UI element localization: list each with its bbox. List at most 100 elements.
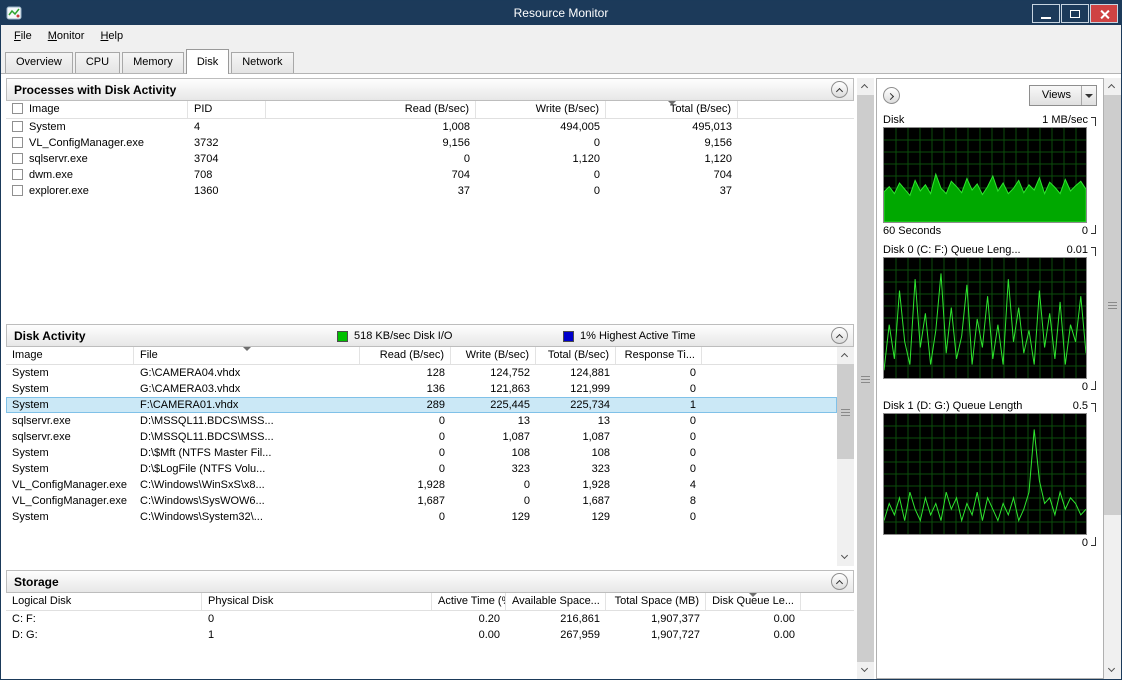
table-row[interactable]: VL_ConfigManager.exeC:\Windows\WinSxS\x8… <box>6 477 837 493</box>
title-bar[interactable]: Resource Monitor <box>1 1 1121 25</box>
table-row[interactable]: dwm.exe7087040704 <box>6 167 854 183</box>
cell-text: 704 <box>714 169 732 181</box>
scrollbar-thumb[interactable] <box>837 364 854 459</box>
tab-disk[interactable]: Disk <box>186 49 229 74</box>
cell: 289 <box>360 397 451 413</box>
column-header[interactable]: Available Space... <box>506 593 606 610</box>
cell-text: 0 <box>690 447 696 459</box>
cell-text: 495,013 <box>692 121 732 133</box>
collapse-button[interactable] <box>831 327 848 344</box>
storage-panel-header[interactable]: Storage <box>6 570 854 593</box>
column-header[interactable]: PID <box>188 101 266 118</box>
column-label: Image <box>12 349 43 361</box>
column-header[interactable]: Total (B/sec) <box>536 347 616 364</box>
table-row[interactable]: SystemD:\$LogFile (NTFS Volu...03233230 <box>6 461 837 477</box>
column-header[interactable]: Total (B/sec) <box>606 101 738 118</box>
select-all-checkbox[interactable] <box>12 103 23 114</box>
column-header[interactable]: Write (B/sec) <box>476 101 606 118</box>
table-row[interactable]: VL_ConfigManager.exeC:\Windows\SysWOW6..… <box>6 493 837 509</box>
collapse-button[interactable] <box>831 573 848 590</box>
scroll-up-button[interactable] <box>1104 78 1121 95</box>
row-checkbox[interactable] <box>12 121 23 132</box>
collapse-button[interactable] <box>831 81 848 98</box>
cell-text: 1360 <box>194 185 218 197</box>
row-checkbox[interactable] <box>12 169 23 180</box>
chart-0: Disk1 MB/sec60 Seconds0 <box>883 112 1097 238</box>
table-row[interactable]: SystemG:\CAMERA03.vhdx136121,863121,9990 <box>6 381 837 397</box>
disk-table-scrollbar[interactable] <box>837 347 854 566</box>
disk-activity-panel-header[interactable]: Disk Activity 518 KB/sec Disk I/O 1% Hig… <box>6 324 854 347</box>
tab-network[interactable]: Network <box>231 52 293 73</box>
maximize-button[interactable] <box>1061 4 1089 23</box>
table-row[interactable]: sqlservr.exeD:\MSSQL11.BDCS\MSS...013130 <box>6 413 837 429</box>
tab-overview[interactable]: Overview <box>5 52 73 73</box>
column-header[interactable]: Read (B/sec) <box>266 101 476 118</box>
tab-memory[interactable]: Memory <box>122 52 184 73</box>
column-header[interactable]: Total Space (MB) <box>606 593 706 610</box>
table-row[interactable]: SystemD:\$Mft (NTFS Master Fil...0108108… <box>6 445 837 461</box>
table-row[interactable]: C: F:00.20216,8611,907,3770.00 <box>6 611 854 627</box>
cell: 8 <box>616 493 702 509</box>
close-button[interactable] <box>1090 4 1118 23</box>
row-filler <box>738 151 854 167</box>
right-scrollbar[interactable] <box>1104 78 1121 679</box>
table-row[interactable]: SystemC:\Windows\System32\...01291290 <box>6 509 837 525</box>
row-checkbox[interactable] <box>12 137 23 148</box>
cell-text: 1,907,727 <box>651 629 700 641</box>
row-checkbox[interactable] <box>12 153 23 164</box>
minimize-button[interactable] <box>1032 4 1060 23</box>
scroll-up-button[interactable] <box>837 347 854 364</box>
column-header[interactable]: Response Ti... <box>616 347 702 364</box>
column-header[interactable]: Image <box>6 347 134 364</box>
scrollbar-thumb[interactable] <box>857 95 874 662</box>
column-header[interactable]: Disk Queue Le... <box>706 593 801 610</box>
maximize-icon <box>1070 10 1080 18</box>
scrollbar-thumb[interactable] <box>1104 95 1121 515</box>
table-row[interactable]: VL_ConfigManager.exe37329,15609,156 <box>6 135 854 151</box>
column-header[interactable]: Active Time (%) <box>432 593 506 610</box>
column-header[interactable]: File <box>134 347 360 364</box>
column-header[interactable]: Logical Disk <box>6 593 202 610</box>
cell-text: C:\Windows\WinSxS\x8... <box>140 479 265 491</box>
scroll-down-button[interactable] <box>1104 662 1121 679</box>
cell: 0 <box>616 413 702 429</box>
cell-text: sqlservr.exe <box>29 153 88 165</box>
scroll-down-button[interactable] <box>857 662 874 679</box>
dropdown-arrow-icon[interactable] <box>1081 86 1096 105</box>
table-row[interactable]: SystemG:\CAMERA04.vhdx128124,752124,8810 <box>6 365 837 381</box>
tab-cpu[interactable]: CPU <box>75 52 120 73</box>
views-button[interactable]: Views <box>1029 85 1097 106</box>
disk-activity-table-body: Image FileRead (B/sec)Write (B/sec)Total … <box>6 347 854 566</box>
scroll-down-button[interactable] <box>837 549 854 566</box>
panel-title: Processes with Disk Activity <box>14 83 176 97</box>
table-row[interactable]: explorer.exe136037037 <box>6 183 854 199</box>
cell: sqlservr.exe <box>6 413 134 429</box>
column-header[interactable]: Image <box>6 101 188 118</box>
column-header[interactable]: Write (B/sec) <box>451 347 536 364</box>
row-checkbox[interactable] <box>12 185 23 196</box>
scroll-up-button[interactable] <box>857 78 874 95</box>
table-row[interactable]: SystemF:\CAMERA01.vhdx289225,445225,7341 <box>6 397 837 413</box>
cell-text: 0 <box>594 169 600 181</box>
cell-text: 13 <box>598 415 610 427</box>
column-header[interactable]: Physical Disk <box>202 593 432 610</box>
cell: 1,087 <box>536 429 616 445</box>
menu-file[interactable]: File <box>6 27 40 45</box>
table-row[interactable]: System41,008494,005495,013 <box>6 119 854 135</box>
chart-scale-label: 1 MB/sec <box>1042 114 1088 126</box>
disk-io-legend-label: 518 KB/sec Disk I/O <box>354 330 452 342</box>
cell: C: F: <box>6 611 202 627</box>
processes-panel-header[interactable]: Processes with Disk Activity <box>6 78 854 101</box>
row-filler <box>702 365 837 381</box>
cell: System <box>6 445 134 461</box>
menu-help[interactable]: Help <box>92 27 131 45</box>
table-row[interactable]: sqlservr.exe370401,1201,120 <box>6 151 854 167</box>
cell-text: D: G: <box>12 629 38 641</box>
table-header: Image FileRead (B/sec)Write (B/sec)Total … <box>6 347 837 365</box>
table-row[interactable]: sqlservr.exeD:\MSSQL11.BDCS\MSS...01,087… <box>6 429 837 445</box>
column-header[interactable]: Read (B/sec) <box>360 347 451 364</box>
collapse-pane-button[interactable] <box>883 87 900 104</box>
menu-monitor[interactable]: Monitor <box>40 27 93 45</box>
table-row[interactable]: D: G:10.00267,9591,907,7270.00 <box>6 627 854 643</box>
left-scrollbar[interactable] <box>857 78 874 679</box>
